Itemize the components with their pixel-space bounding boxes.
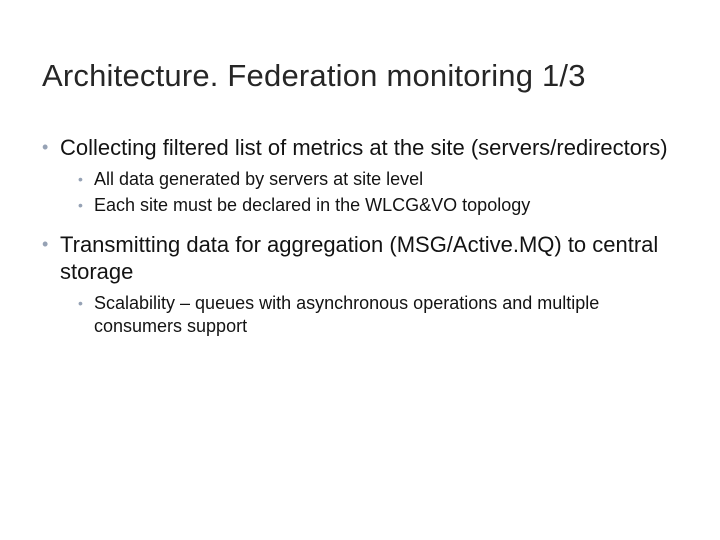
bullet-text: Collecting filtered list of metrics at t… [60, 135, 668, 160]
sub-bullet-item: Each site must be declared in the WLCG&V… [78, 194, 678, 217]
slide: Architecture. Federation monitoring 1/3 … [0, 0, 720, 540]
bullet-item: Collecting filtered list of metrics at t… [42, 134, 678, 217]
bullet-list: Collecting filtered list of metrics at t… [42, 134, 678, 338]
sub-bullet-list: All data generated by servers at site le… [60, 168, 678, 217]
sub-bullet-text: Scalability – queues with asynchronous o… [94, 293, 599, 336]
bullet-item: Transmitting data for aggregation (MSG/A… [42, 231, 678, 338]
sub-bullet-item: All data generated by servers at site le… [78, 168, 678, 191]
sub-bullet-item: Scalability – queues with asynchronous o… [78, 292, 678, 338]
slide-title: Architecture. Federation monitoring 1/3 [42, 58, 678, 94]
sub-bullet-text: Each site must be declared in the WLCG&V… [94, 195, 530, 215]
sub-bullet-list: Scalability – queues with asynchronous o… [60, 292, 678, 338]
sub-bullet-text: All data generated by servers at site le… [94, 169, 423, 189]
bullet-text: Transmitting data for aggregation (MSG/A… [60, 232, 658, 285]
